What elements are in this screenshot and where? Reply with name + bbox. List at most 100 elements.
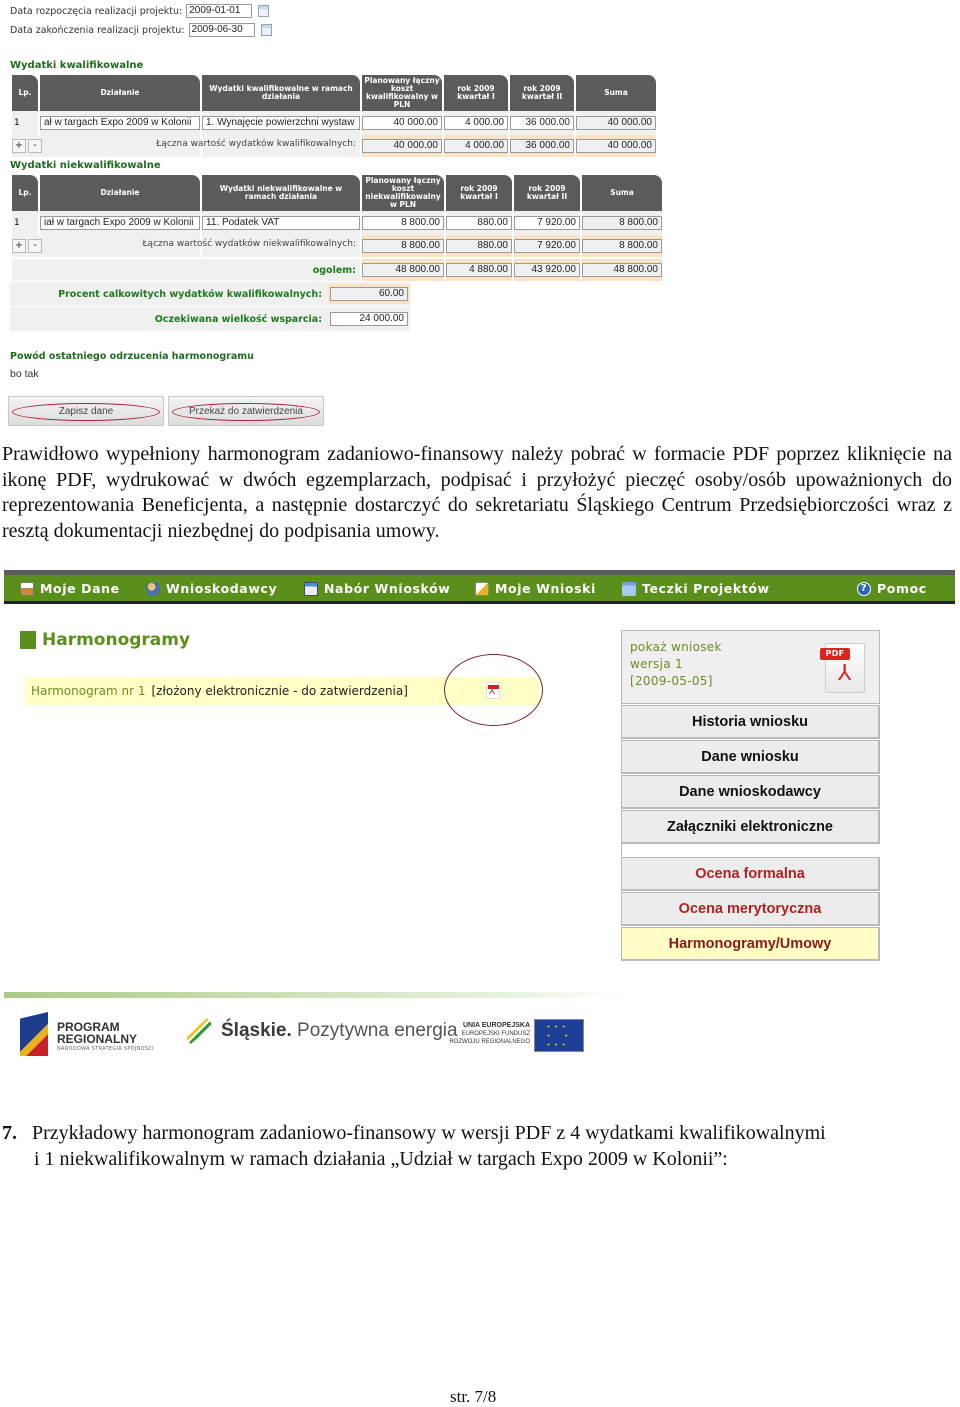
support-row: Oczekiwana wielkość wsparcia: 24 000.00 — [10, 307, 410, 331]
harmonogram-link[interactable]: Harmonogram nr 1 — [31, 684, 145, 698]
harmonogram-status: [złożony elektronicznie - do zatwierdzen… — [151, 684, 408, 698]
planned-input[interactable]: 8 800.00 — [362, 216, 444, 230]
formal-evaluation-button[interactable]: Ocena formalna — [621, 857, 880, 891]
remove-row-button[interactable]: - — [28, 139, 42, 153]
end-date-input[interactable]: 2009-06-30 — [188, 23, 255, 37]
program-regionalny-logo — [20, 1012, 48, 1056]
planned-input[interactable]: 40 000.00 — [362, 116, 442, 130]
calendar-icon[interactable] — [260, 24, 272, 36]
highlight-ring — [444, 654, 543, 726]
qualified-table: Lp. Działanie Wydatki kwalifikowalne w r… — [10, 75, 658, 157]
qualified-section-title: Wydatki kwalifikowalne — [10, 60, 144, 71]
action-input[interactable]: iał w targach Expo 2009 w Kolonii — [40, 216, 200, 230]
start-date-label: Data rozpoczęcia realizacji projektu: — [10, 5, 183, 17]
header-q1: rok 2009 kwartał I — [444, 75, 508, 111]
header-q2: rok 2009 kwartał II — [510, 75, 574, 111]
nav-label: Pomoc — [877, 581, 927, 596]
highlight-ring — [172, 403, 320, 421]
eu-title: UNIA EUROPEJSKA — [462, 1022, 530, 1029]
q2-input[interactable]: 7 920.00 — [514, 216, 580, 230]
support-label: Oczekiwana wielkość wsparcia: — [154, 313, 322, 325]
rejection-text: bo tak — [10, 368, 39, 380]
calendar-icon[interactable] — [258, 5, 270, 17]
nav-label: Wnioskodawcy — [166, 581, 278, 596]
row-lp: 1 — [14, 218, 20, 228]
harmonograms-contracts-button[interactable]: Harmonogramy/Umowy — [621, 927, 880, 961]
action-input[interactable]: ał w targach Expo 2009 w Kolonii — [40, 116, 200, 130]
show-application-box[interactable]: pokaż wniosek wersja 1 [2009-05-05] PDF … — [621, 630, 880, 704]
application-data-button[interactable]: Dane wniosku — [621, 740, 880, 774]
section-number: 7. — [2, 1122, 17, 1144]
q2-input[interactable]: 36 000.00 — [510, 116, 574, 130]
save-button[interactable]: Zapisz dane — [8, 396, 164, 426]
table-row: 1 iał w targach Expo 2009 w Kolonii 11. … — [12, 211, 662, 235]
nonqualified-table: Lp. Działanie Wydatki niekwalifikowalne … — [10, 175, 664, 281]
header-expense: Wydatki niekwalifikowalne w ramach dział… — [202, 175, 360, 211]
add-row-button[interactable]: + — [12, 239, 26, 253]
harmonogramy-heading: Harmonogramy — [20, 630, 190, 650]
total-planned: 40 000.00 — [362, 139, 442, 153]
remove-row-button[interactable]: - — [28, 239, 42, 253]
header-planned: Planowany łączny koszt kwalifikowalny w … — [362, 75, 442, 111]
nav-item-nabor-wnioskow[interactable]: Nabór Wniosków — [304, 581, 450, 596]
nonqualified-total-label: Łączna wartość wydatków niekwalifikowaln… — [142, 239, 357, 249]
users-icon — [146, 581, 160, 596]
history-button[interactable]: Historia wniosku — [621, 705, 880, 739]
q1-input[interactable]: 880.00 — [446, 216, 512, 230]
total-q2: 36 000.00 — [510, 139, 574, 153]
total-q2: 7 920.00 — [514, 239, 580, 253]
expense-input[interactable]: 11. Podatek VAT — [202, 216, 360, 230]
header-lp: Lp. — [12, 175, 38, 211]
nav-item-teczki-projektow[interactable]: Teczki Projektów — [622, 581, 770, 596]
section-7-paragraph: 7. Przykładowy harmonogram zadaniowo-fina… — [2, 1121, 952, 1172]
grand-total-label: ogolem: — [312, 264, 356, 276]
row-lp: 1 — [14, 118, 20, 128]
pdf-icon[interactable]: PDF ⅄ — [820, 643, 865, 693]
nav-item-wnioskodawcy[interactable]: Wnioskodawcy — [146, 581, 277, 596]
slaskie-bold: Śląskie. — [221, 1020, 292, 1041]
support-value-input[interactable]: 24 000.00 — [330, 312, 408, 326]
acrobat-swoosh-icon: ⅄ — [838, 661, 852, 686]
id-card-icon — [20, 581, 34, 596]
submit-for-approval-button[interactable]: Przekaż do zatwierdzenia — [168, 396, 324, 426]
nav-label: Moje Dane — [40, 581, 120, 596]
header-sum: Suma — [576, 75, 656, 111]
nav-item-moje-wnioski[interactable]: Moje Wnioski — [475, 581, 596, 596]
slaskie-mark-icon — [185, 1018, 213, 1044]
nonqualified-section-title: Wydatki niekwalifikowalne — [10, 160, 161, 171]
nav-label: Nabór Wniosków — [324, 581, 451, 596]
header-action: Działanie — [40, 175, 200, 211]
nav-item-pomoc[interactable]: ? Pomoc — [857, 581, 927, 596]
eu-logo-text: UNIA EUROPEJSKA EUROPEJSKI FUNDUSZ ROZWO… — [440, 1022, 530, 1046]
slaskie-logo: Śląskie. Pozytywna energia — [185, 1018, 458, 1044]
grand-planned: 48 800.00 — [362, 263, 444, 277]
nav-item-moje-dane[interactable]: Moje Dane — [20, 581, 120, 596]
total-sum: 8 800.00 — [582, 239, 662, 253]
page-number: str. 7/8 — [450, 1387, 497, 1406]
main-nav: Moje Dane Wnioskodawcy Nabór Wniosków Mo… — [4, 575, 955, 604]
attachments-button[interactable]: Załączniki elektroniczne — [621, 810, 880, 844]
total-q1: 4 000.00 — [444, 139, 508, 153]
slaskie-tagline: Pozytywna energia — [291, 1020, 458, 1041]
table-row: 1 ał w targach Expo 2009 w Kolonii 1. Wy… — [12, 111, 656, 135]
merit-evaluation-button[interactable]: Ocena merytoryczna — [621, 892, 880, 926]
qualified-total-row: + - Łączna wartość wydatków kwalifikowal… — [12, 135, 656, 157]
percent-label: Procent calkowitych wydatków kwalifikowa… — [58, 288, 322, 300]
q1-input[interactable]: 4 000.00 — [444, 116, 508, 130]
eu-flag-icon — [534, 1019, 584, 1052]
harmonogramy-title: Harmonogramy — [42, 630, 191, 650]
nav-label: Moje Wnioski — [495, 581, 596, 596]
start-date-input[interactable]: 2009-01-01 — [186, 4, 253, 18]
header-q2: rok 2009 kwartał II — [514, 175, 580, 211]
header-planned: Planowany łączny koszt niekwalifikowalny… — [362, 175, 444, 211]
sum-value: 40 000.00 — [576, 116, 656, 130]
add-row-button[interactable]: + — [12, 139, 26, 153]
start-date-row: Data rozpoczęcia realizacji projektu: 20… — [10, 4, 270, 18]
highlight-ring — [12, 403, 160, 421]
section-text-line1: Przykładowy harmonogram zadaniowo-finans… — [32, 1122, 826, 1144]
pdf-tag: PDF — [820, 648, 850, 660]
applicant-data-button[interactable]: Dane wnioskodawcy — [621, 775, 880, 809]
grand-total-row: ogolem: 48 800.00 4 880.00 43 920.00 48 … — [12, 259, 662, 281]
total-q1: 880.00 — [446, 239, 512, 253]
expense-input[interactable]: 1. Wynajęcie powierzchni wystaw — [202, 116, 360, 130]
